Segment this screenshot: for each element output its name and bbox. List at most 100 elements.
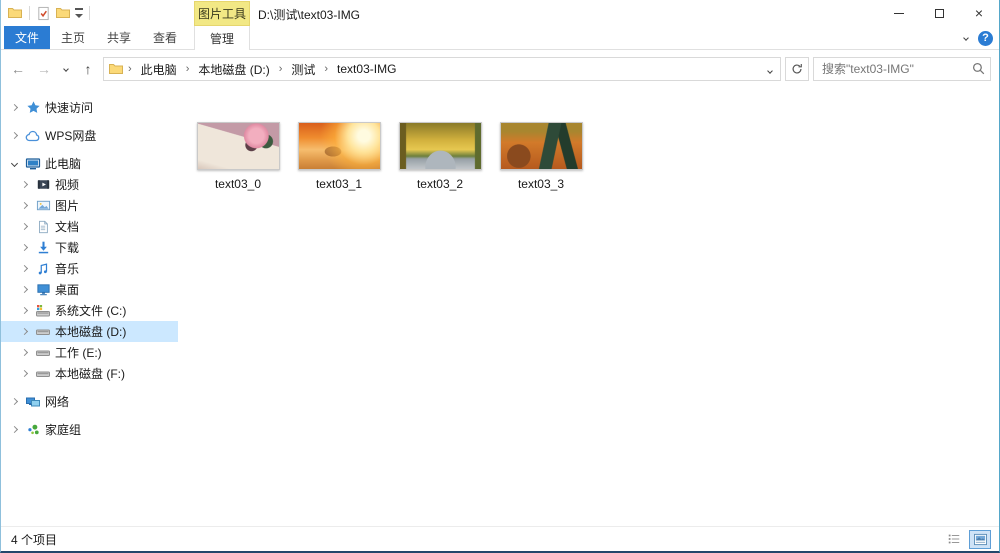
close-icon: × — [974, 5, 984, 21]
chevron-right-icon[interactable] — [18, 201, 31, 210]
properties-check-icon[interactable] — [36, 6, 51, 21]
new-folder-icon[interactable] — [55, 5, 71, 21]
tab-view[interactable]: 查看 — [142, 26, 188, 49]
sidebar-item-label: 视频 — [55, 178, 80, 192]
chevron-right-icon[interactable] — [18, 243, 31, 252]
chevron-right-icon[interactable] — [18, 180, 31, 189]
computer-icon — [23, 156, 43, 172]
tab-home[interactable]: 主页 — [50, 26, 96, 49]
thumbnails-view-button[interactable] — [969, 529, 991, 549]
file-item[interactable]: text03_1 — [297, 122, 381, 191]
chevron-right-icon[interactable] — [8, 425, 21, 434]
sidebar-item-label: 本地磁盘 (D:) — [55, 325, 127, 339]
sidebar-item-drive-e[interactable]: 工作 (E:) — [1, 342, 178, 363]
chevron-right-icon[interactable] — [18, 222, 31, 231]
sidebar-item-music[interactable]: 音乐 — [1, 258, 178, 279]
videos-icon — [33, 177, 53, 192]
chevron-right-icon[interactable] — [18, 369, 31, 378]
downloads-icon — [33, 240, 53, 255]
sidebar-item-downloads[interactable]: 下载 — [1, 237, 178, 258]
sidebar-item-homegroup[interactable]: 家庭组 — [1, 419, 178, 440]
star-icon — [23, 100, 43, 115]
file-item[interactable]: text03_3 — [499, 122, 583, 191]
file-item[interactable]: text03_0 — [196, 122, 280, 191]
folder-icon[interactable] — [7, 5, 23, 21]
sidebar-item-label: 家庭组 — [45, 423, 82, 437]
chevron-right-icon[interactable] — [18, 327, 31, 336]
system-drive-icon — [33, 303, 53, 319]
cloud-icon — [23, 128, 43, 144]
title-bar: D:\测试\text03-IMG × — [1, 0, 999, 26]
close-button[interactable]: × — [959, 0, 999, 26]
search-input[interactable] — [813, 57, 991, 81]
maximize-button[interactable] — [919, 0, 959, 26]
sidebar-item-network[interactable]: 网络 — [1, 391, 178, 412]
chevron-right-icon[interactable] — [18, 306, 31, 315]
help-icon[interactable]: ? — [978, 30, 993, 46]
file-thumbnail-sunset — [297, 122, 381, 170]
expand-ribbon-chevron-icon[interactable] — [963, 35, 969, 41]
address-dropdown-chevron-icon[interactable] — [767, 62, 776, 76]
details-view-button[interactable] — [943, 530, 965, 549]
file-thumbnail-autumn-bench — [499, 122, 583, 170]
chevron-right-icon[interactable] — [8, 103, 21, 112]
recent-locations-chevron-icon[interactable] — [59, 58, 73, 80]
sidebar-item-quick-access[interactable]: 快速访问 — [1, 97, 178, 118]
sidebar-item-drive-d[interactable]: 本地磁盘 (D:) — [1, 321, 178, 342]
sidebar-item-pictures[interactable]: 图片 — [1, 195, 178, 216]
sidebar-item-label: 本地磁盘 (F:) — [55, 367, 125, 381]
music-icon — [33, 262, 53, 276]
item-count: 4 个项目 — [11, 532, 58, 547]
sidebar-item-wps-cloud[interactable]: WPS网盘 — [1, 125, 178, 146]
back-icon[interactable]: ← — [7, 58, 29, 80]
chevron-down-icon[interactable] — [8, 159, 21, 168]
sidebar-item-label: WPS网盘 — [45, 129, 97, 143]
tab-manage[interactable]: 管理 — [194, 26, 250, 50]
forward-icon[interactable]: → — [33, 58, 55, 80]
tab-share[interactable]: 共享 — [96, 26, 142, 49]
address-bar[interactable]: › 此电脑 › 本地磁盘 (D:) › 测试 › text03-IMG — [103, 57, 781, 81]
tab-file[interactable]: 文件 — [4, 26, 50, 49]
chevron-right-icon[interactable] — [8, 397, 21, 406]
chevron-right-icon[interactable] — [18, 264, 31, 273]
refresh-button[interactable] — [785, 57, 809, 81]
sidebar-item-documents[interactable]: 文档 — [1, 216, 178, 237]
sidebar-item-label: 图片 — [55, 199, 80, 213]
details-view-icon — [948, 534, 960, 544]
sidebar-item-label: 音乐 — [55, 262, 80, 276]
navigation-toolbar: ← → ↑ › 此电脑 › 本地磁盘 (D:) › 测试 › text03-IM… — [1, 50, 999, 88]
chevron-right-icon[interactable] — [18, 348, 31, 357]
breadcrumb-separator: › — [324, 63, 329, 75]
up-icon[interactable]: ↑ — [77, 58, 99, 80]
breadcrumb-current-folder[interactable]: text03-IMG — [332, 62, 401, 76]
search-box — [813, 57, 991, 81]
divider — [29, 6, 30, 20]
sidebar-item-desktop[interactable]: 桌面 — [1, 279, 178, 300]
file-name: text03_3 — [517, 177, 565, 191]
breadcrumb-this-pc[interactable]: 此电脑 — [136, 61, 182, 78]
window-controls: × — [879, 0, 999, 26]
breadcrumb-drive-d[interactable]: 本地磁盘 (D:) — [193, 61, 274, 78]
ribbon-tab-row: 文件 主页 共享 查看 ? — [1, 26, 999, 50]
sidebar-item-this-pc[interactable]: 此电脑 — [1, 153, 178, 174]
pictures-icon — [33, 198, 53, 213]
file-name: text03_0 — [214, 177, 262, 191]
sidebar-item-label: 快速访问 — [45, 101, 94, 115]
sidebar-item-drive-f[interactable]: 本地磁盘 (F:) — [1, 363, 178, 384]
sidebar-item-label: 文档 — [55, 220, 80, 234]
explorer-window: 图片工具 管理 D:\测试\text03-IMG × 文件 主页 共享 查看 ?… — [0, 0, 1000, 553]
breadcrumb-test-folder[interactable]: 测试 — [286, 61, 320, 78]
customize-qat-dropdown-icon[interactable] — [75, 8, 83, 18]
drive-icon — [33, 345, 53, 361]
desktop-icon — [33, 282, 53, 297]
sidebar-item-videos[interactable]: 视频 — [1, 174, 178, 195]
file-item[interactable]: text03_2 — [398, 122, 482, 191]
search-icon[interactable] — [970, 60, 987, 77]
chevron-right-icon[interactable] — [18, 285, 31, 294]
status-bar: 4 个项目 — [1, 526, 999, 551]
chevron-right-icon[interactable] — [8, 131, 21, 140]
homegroup-icon — [23, 422, 43, 437]
sidebar-item-label: 工作 (E:) — [55, 346, 102, 360]
minimize-button[interactable] — [879, 0, 919, 26]
sidebar-item-drive-c[interactable]: 系统文件 (C:) — [1, 300, 178, 321]
